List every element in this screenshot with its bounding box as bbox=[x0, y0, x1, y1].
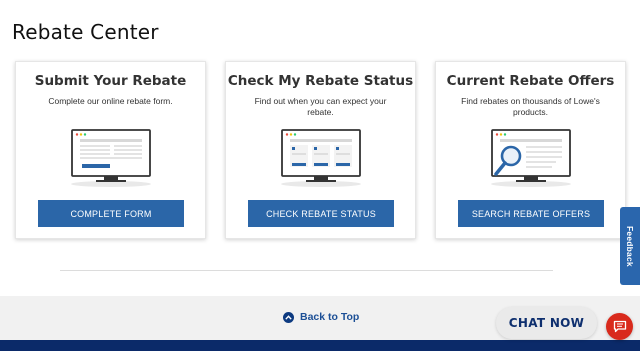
card-description: Complete our online rebate form. bbox=[48, 96, 173, 106]
complete-form-button[interactable]: COMPLETE FORM bbox=[38, 200, 184, 227]
section-divider bbox=[60, 270, 553, 271]
monitor-form-icon bbox=[70, 129, 151, 187]
card-description: Find out when you can expect your rebate… bbox=[254, 96, 387, 117]
search-rebate-offers-button[interactable]: SEARCH REBATE OFFERS bbox=[458, 200, 604, 227]
card-title: Submit Your Rebate bbox=[34, 73, 187, 89]
back-to-top-link[interactable]: Back to Top bbox=[283, 310, 359, 324]
feedback-tab[interactable]: Feedback bbox=[620, 207, 640, 285]
chat-bubble-icon[interactable] bbox=[606, 313, 633, 340]
chat-now-button[interactable]: CHAT NOW bbox=[496, 307, 597, 339]
rebate-status-card: Check My Rebate Status Find out when you… bbox=[225, 61, 416, 239]
monitor-status-icon bbox=[280, 129, 361, 187]
rebate-offers-card: Current Rebate Offers Find rebates on th… bbox=[435, 61, 626, 239]
submit-rebate-card: Submit Your Rebate Complete our online r… bbox=[15, 61, 206, 239]
check-rebate-status-button[interactable]: CHECK REBATE STATUS bbox=[248, 200, 394, 227]
footer-bar bbox=[0, 340, 640, 351]
chevron-up-icon bbox=[283, 311, 294, 323]
card-title: Current Rebate Offers bbox=[446, 73, 615, 89]
card-title: Check My Rebate Status bbox=[227, 73, 414, 89]
monitor-search-icon bbox=[490, 129, 571, 187]
back-to-top-label: Back to Top bbox=[300, 311, 360, 323]
page-title: Rebate Center bbox=[12, 20, 159, 44]
card-description: Find rebates on thousands of Lowe's prod… bbox=[461, 96, 600, 117]
feedback-label: Feedback bbox=[625, 225, 635, 267]
